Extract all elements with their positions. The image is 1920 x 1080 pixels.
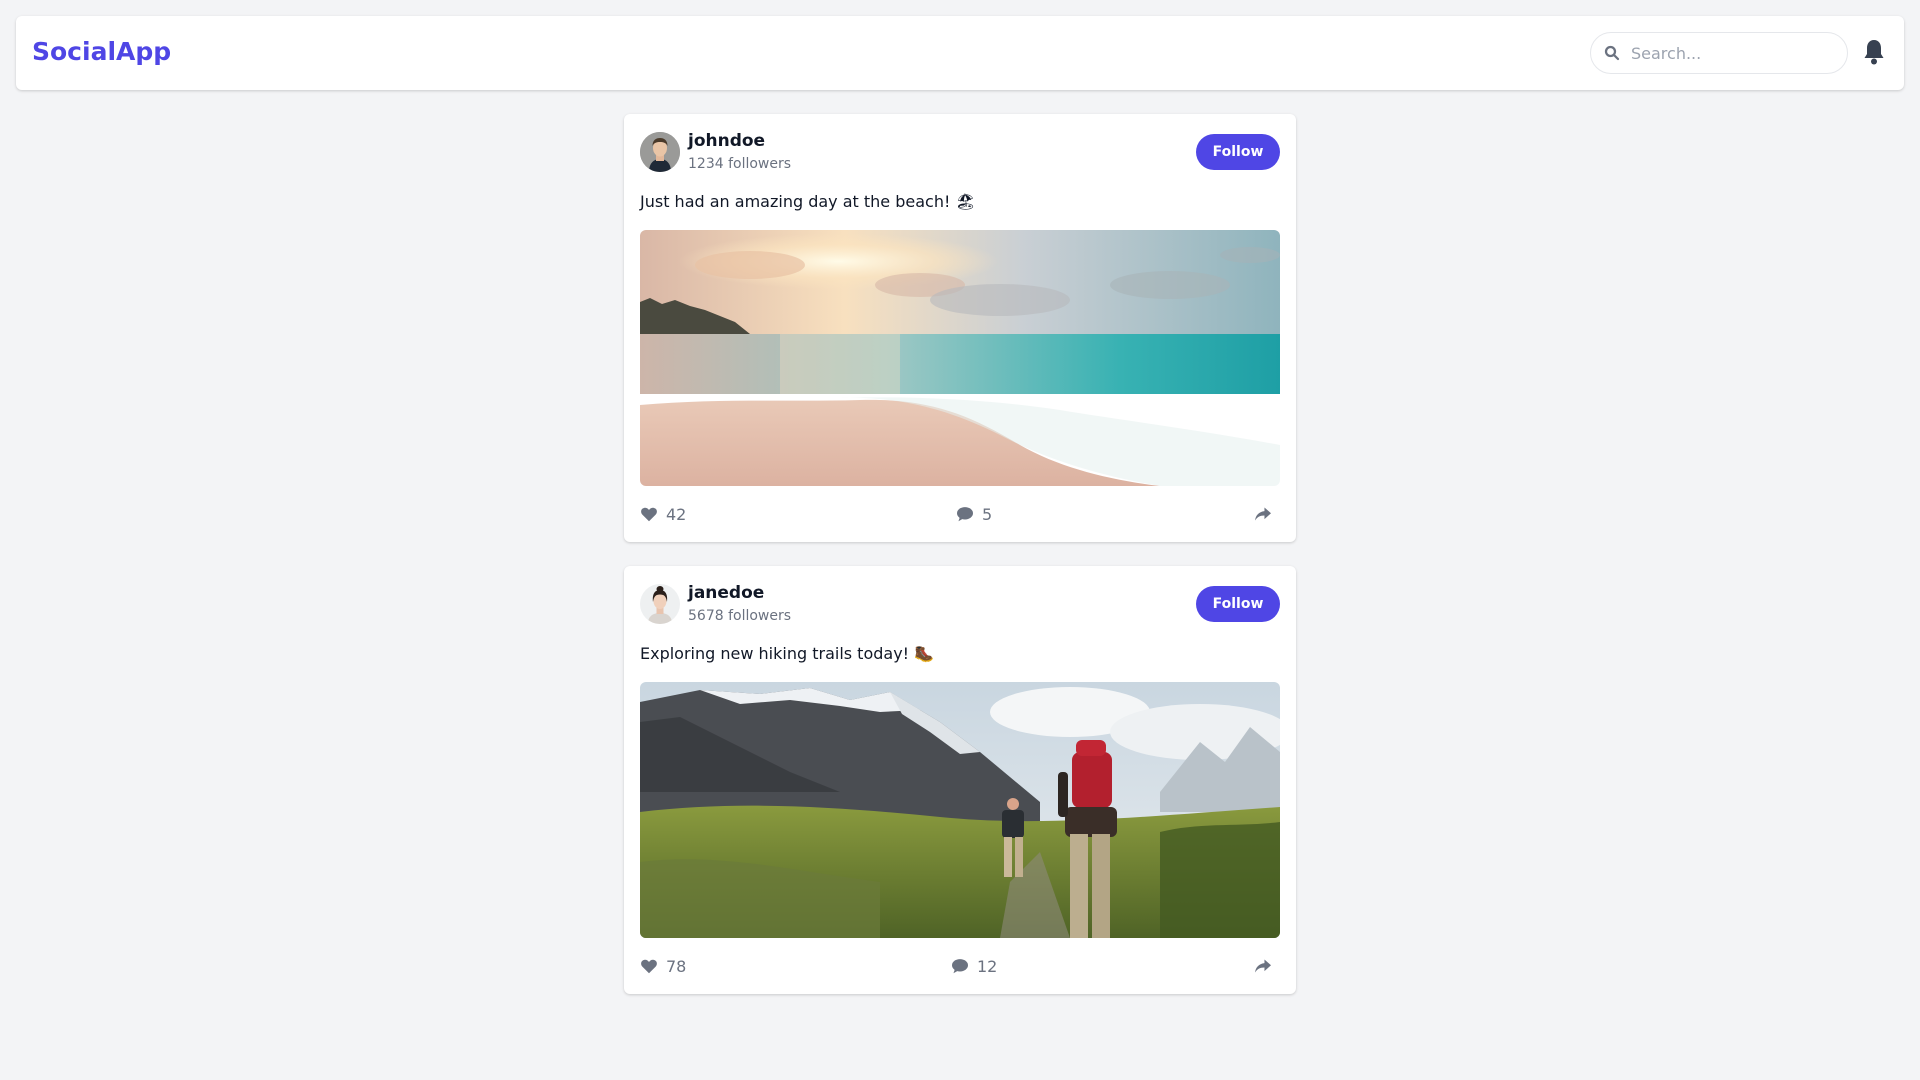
comment-button[interactable]: 12 xyxy=(951,954,997,978)
like-button[interactable]: 78 xyxy=(640,954,686,978)
bell-icon[interactable] xyxy=(1862,38,1886,66)
share-button[interactable] xyxy=(1254,502,1280,526)
follow-button[interactable]: Follow xyxy=(1196,134,1280,170)
comment-icon xyxy=(957,507,973,522)
beach-sunset-photo[interactable] xyxy=(640,230,1280,486)
post-username[interactable]: janedoe xyxy=(688,582,764,604)
search-input[interactable] xyxy=(1629,33,1839,73)
share-icon xyxy=(1255,507,1271,521)
post-text: Just had an amazing day at the beach! 🏖 xyxy=(640,192,976,211)
comment-icon xyxy=(952,959,968,974)
avatar[interactable] xyxy=(640,132,680,172)
post-text: Exploring new hiking trails today! 🥾 xyxy=(640,644,935,663)
post-card: janedoe 5678 followers Follow Exploring … xyxy=(624,566,1296,994)
post-card: johndoe 1234 followers Follow Just had a… xyxy=(624,114,1296,542)
comment-count: 5 xyxy=(982,504,993,524)
search-icon xyxy=(1604,45,1620,61)
like-count: 42 xyxy=(666,504,687,524)
share-button[interactable] xyxy=(1254,954,1280,978)
post-username[interactable]: johndoe xyxy=(688,130,765,152)
post-actions: 78 12 xyxy=(640,954,1280,978)
top-navbar: SocialApp xyxy=(16,16,1904,90)
follow-button[interactable]: Follow xyxy=(1196,586,1280,622)
search-box[interactable] xyxy=(1590,32,1848,74)
comment-button[interactable]: 5 xyxy=(956,502,992,526)
heart-icon xyxy=(641,507,657,522)
follower-count: 5678 followers xyxy=(688,608,792,624)
follower-count: 1234 followers xyxy=(688,156,792,172)
mountain-hiking-photo[interactable] xyxy=(640,682,1280,938)
like-button[interactable]: 42 xyxy=(640,502,686,526)
share-icon xyxy=(1255,959,1271,973)
comment-count: 12 xyxy=(977,956,998,976)
like-count: 78 xyxy=(666,956,687,976)
brand-logo[interactable]: SocialApp xyxy=(32,36,171,68)
avatar[interactable] xyxy=(640,584,680,624)
post-actions: 42 5 xyxy=(640,502,1280,526)
heart-icon xyxy=(641,959,657,974)
post-feed: johndoe 1234 followers Follow Just had a… xyxy=(624,114,1296,1018)
